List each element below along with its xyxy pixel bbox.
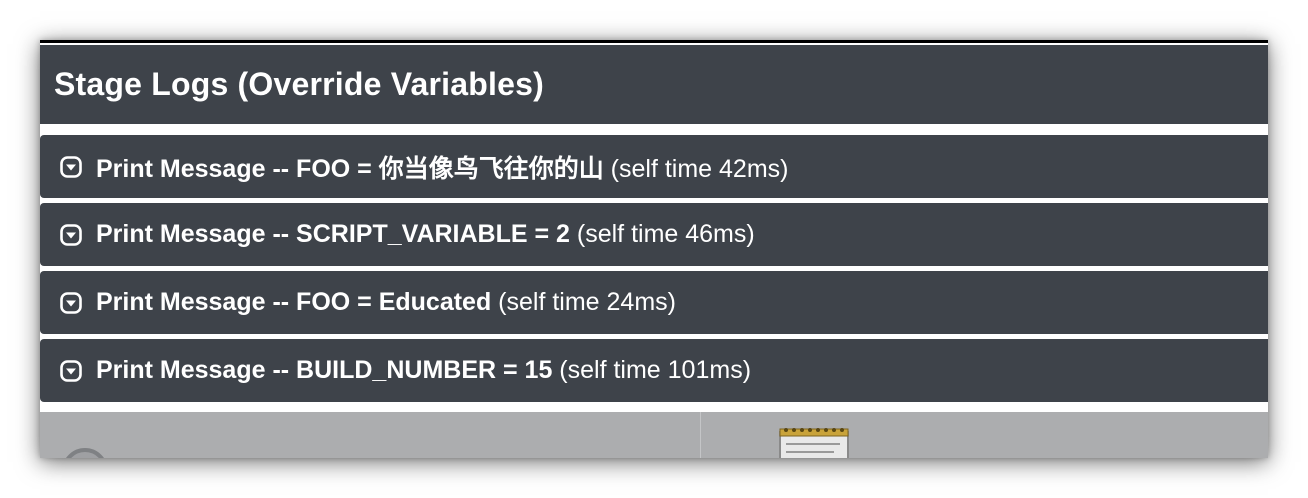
divider <box>700 412 701 458</box>
page-title: Stage Logs (Override Variables) <box>54 66 544 102</box>
stage-logs-window: Stage Logs (Override Variables) Print Me… <box>40 40 1268 458</box>
log-label: Print Message -- FOO = 你当像鸟飞往你的山 <box>96 154 604 183</box>
log-row-text: Print Message -- FOO = 你当像鸟飞往你的山 (self t… <box>96 149 788 185</box>
status-icon <box>62 448 108 458</box>
log-self-time: (self time 42ms) <box>603 154 789 183</box>
log-self-time: (self time 46ms) <box>569 220 755 248</box>
expand-toggle-icon[interactable] <box>60 359 82 382</box>
panel-header: Stage Logs (Override Variables) <box>40 45 1268 124</box>
log-row-text: Print Message -- FOO = Educated (self ti… <box>96 288 676 317</box>
log-row-foo-educated[interactable]: Print Message -- FOO = Educated (self ti… <box>40 271 1268 334</box>
expand-toggle-icon[interactable] <box>60 223 82 246</box>
log-self-time: (self time 24ms) <box>491 288 676 316</box>
log-label: Print Message -- SCRIPT_VARIABLE = 2 <box>96 220 570 248</box>
log-row-text: Print Message -- SCRIPT_VARIABLE = 2 (se… <box>96 220 755 249</box>
top-border <box>40 40 1268 43</box>
expand-toggle-icon[interactable] <box>60 155 82 178</box>
log-row-script-variable[interactable]: Print Message -- SCRIPT_VARIABLE = 2 (se… <box>40 203 1268 266</box>
log-label: Print Message -- BUILD_NUMBER = 15 <box>96 356 553 384</box>
expand-toggle-icon[interactable] <box>60 291 82 314</box>
log-row-build-number[interactable]: Print Message -- BUILD_NUMBER = 15 (self… <box>40 339 1268 402</box>
log-row-text: Print Message -- BUILD_NUMBER = 15 (self… <box>96 356 751 385</box>
background-content <box>40 412 1268 458</box>
log-self-time: (self time 101ms) <box>552 356 752 384</box>
log-label: Print Message -- FOO = Educated <box>96 288 492 316</box>
log-row-foo-chinese[interactable]: Print Message -- FOO = 你当像鸟飞往你的山 (self t… <box>40 135 1268 198</box>
notepad-icon <box>776 426 850 458</box>
